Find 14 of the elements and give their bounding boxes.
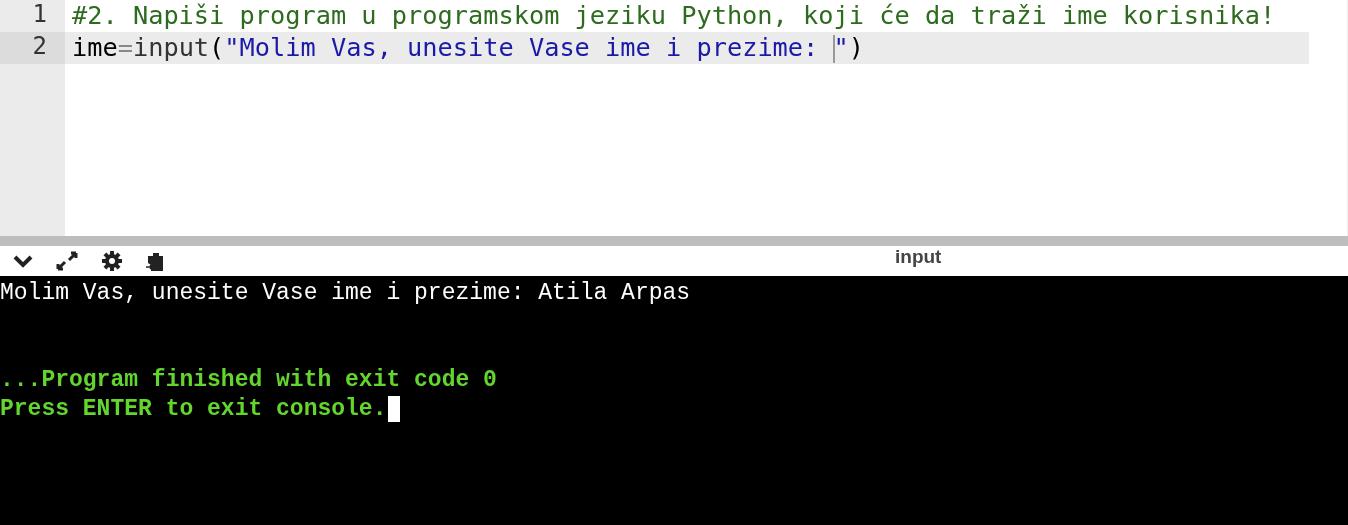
console-output: Molim Vas, unesite Vase ime i prezime: Atila Arpas <box>0 279 691 306</box>
expand-icon[interactable] <box>55 250 79 272</box>
panel-title: input <box>895 246 942 268</box>
line-number: 2 <box>32 32 47 60</box>
console[interactable]: Molim Vas, unesite Vase ime i prezime: Atila Arpas ...Program finished with exit code 0 Press ENTER to exit console. <box>0 276 1348 525</box>
line-number: 1 <box>32 0 47 28</box>
console-status: Press ENTER to exit console. <box>0 395 387 422</box>
chevron-down-icon[interactable] <box>13 254 33 268</box>
console-status: ...Program finished with exit code 0 <box>0 366 497 393</box>
settings-icon[interactable] <box>101 250 123 272</box>
code-line: #2. Napiši program u programskom jeziku Python, koji će da traži ime korisnika! <box>72 0 1276 32</box>
code-editor[interactable]: 1 2 #2. Napiši program u programskom jeziku Python, koji će da traži ime korisnika! ime=input("Molim Vas, unesite Vase ime i prezime: ") <box>0 0 1348 236</box>
code-line: ime=input("Molim Vas, unesite Vase ime i prezime: ") <box>72 32 864 64</box>
text-cursor <box>832 35 835 63</box>
